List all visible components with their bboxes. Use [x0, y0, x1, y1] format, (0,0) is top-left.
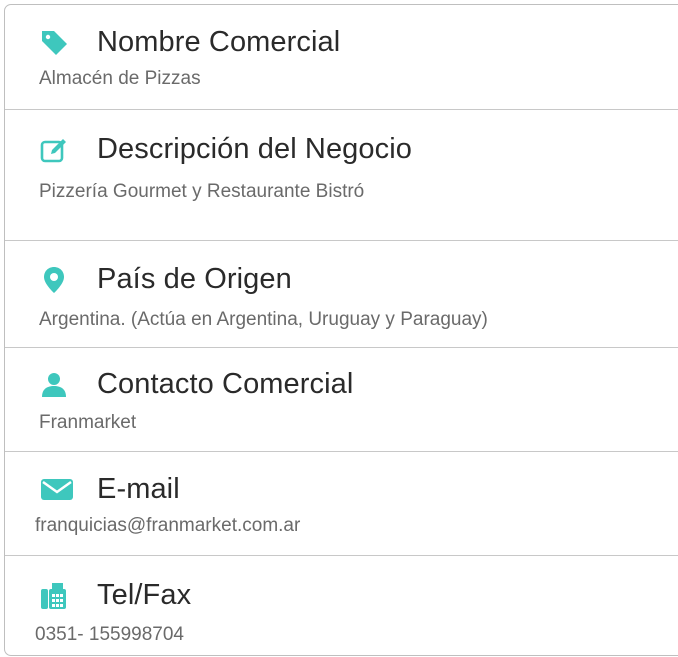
- field-value: Franmarket: [39, 412, 137, 433]
- location-pin-icon: [39, 265, 69, 295]
- field-value: franquicias@franmarket.com.ar: [35, 515, 301, 536]
- field-contacto-comercial: Contacto Comercial Franmarket: [5, 347, 678, 452]
- field-descripcion-negocio: Descripción del Negocio Pizzería Gourmet…: [5, 109, 678, 241]
- field-title: Contacto Comercial: [97, 368, 354, 400]
- field-email: E-mail franquicias@franmarket.com.ar: [5, 451, 678, 556]
- field-title: Nombre Comercial: [97, 26, 341, 58]
- field-tel-fax: Tel/Fax 0351- 155998704: [5, 555, 678, 655]
- field-value: Pizzería Gourmet y Restaurante Bistró: [39, 181, 365, 202]
- tag-icon: [39, 27, 69, 57]
- envelope-icon: [39, 474, 75, 504]
- field-title: E-mail: [97, 473, 180, 505]
- field-value: Argentina. (Actúa en Argentina, Uruguay …: [39, 309, 488, 330]
- field-title: Descripción del Negocio: [97, 133, 413, 165]
- business-info-card: Nombre Comercial Almacén de Pizzas Descr…: [4, 4, 678, 656]
- user-icon: [39, 370, 69, 400]
- field-title: País de Origen: [97, 263, 292, 295]
- edit-icon: [39, 135, 69, 165]
- field-pais-origen: País de Origen Argentina. (Actúa en Arge…: [5, 240, 678, 348]
- field-title: Tel/Fax: [97, 579, 192, 611]
- field-value: Almacén de Pizzas: [39, 68, 201, 89]
- fax-icon: [39, 581, 69, 611]
- field-value: 0351- 155998704: [35, 624, 184, 645]
- field-nombre-comercial: Nombre Comercial Almacén de Pizzas: [5, 5, 678, 109]
